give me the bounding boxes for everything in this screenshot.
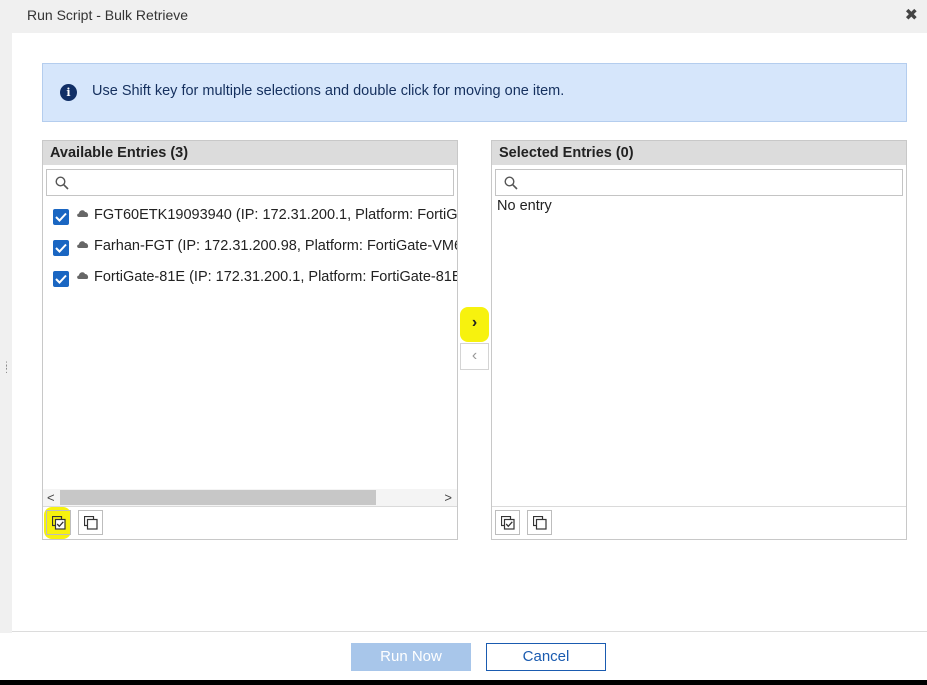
available-list: FGT60ETK19093940 (IP: 172.31.200.1, Plat… xyxy=(43,201,457,488)
selected-search xyxy=(495,169,903,196)
select-all-icon xyxy=(52,516,66,530)
cloud-icon xyxy=(77,210,89,217)
scroll-left-icon[interactable]: < xyxy=(47,490,55,505)
entry-label: FortiGate-81E (IP: 172.31.200.1, Platfor… xyxy=(94,269,457,285)
move-right-button[interactable]: › xyxy=(460,307,489,342)
horizontal-scrollbar[interactable]: < > xyxy=(43,489,457,506)
empty-state-text: No entry xyxy=(497,198,552,214)
entry-checkbox[interactable] xyxy=(53,240,69,256)
run-now-button[interactable]: Run Now xyxy=(351,643,471,671)
left-gutter: ⋮ ⋮ xyxy=(0,33,12,633)
list-item[interactable]: Farhan-FGT (IP: 172.31.200.98, Platform:… xyxy=(43,235,457,259)
copy-button[interactable] xyxy=(527,510,552,535)
copy-button[interactable] xyxy=(78,510,103,535)
search-icon xyxy=(504,176,518,190)
selected-entries-header: Selected Entries (0) xyxy=(492,141,906,165)
select-all-button[interactable] xyxy=(46,510,71,535)
copy-icon xyxy=(84,516,98,530)
search-icon xyxy=(55,176,69,190)
copy-icon xyxy=(533,516,547,530)
entry-label: FGT60ETK19093940 (IP: 172.31.200.1, Plat… xyxy=(94,207,457,223)
dialog-footer: Run Now Cancel xyxy=(12,631,927,680)
scroll-right-icon[interactable]: > xyxy=(444,490,452,505)
entry-label: Farhan-FGT (IP: 172.31.200.98, Platform:… xyxy=(94,238,457,254)
available-entries-panel: Available Entries (3) FGT60ETK19093940 (… xyxy=(42,140,458,540)
entry-checkbox[interactable] xyxy=(53,209,69,225)
move-left-button[interactable]: ‹ xyxy=(460,343,489,370)
available-entries-header: Available Entries (3) xyxy=(43,141,457,165)
entry-checkbox[interactable] xyxy=(53,271,69,287)
info-text: Use Shift key for multiple selections an… xyxy=(92,83,565,99)
cloud-icon xyxy=(77,241,89,248)
selected-entries-panel: Selected Entries (0) No entry xyxy=(491,140,907,540)
select-all-button[interactable] xyxy=(495,510,520,535)
selected-search-input[interactable] xyxy=(526,172,896,193)
info-icon: i xyxy=(60,84,77,101)
list-item[interactable]: FortiGate-81E (IP: 172.31.200.1, Platfor… xyxy=(43,266,457,290)
cloud-icon xyxy=(77,272,89,279)
list-item[interactable]: FGT60ETK19093940 (IP: 172.31.200.1, Plat… xyxy=(43,204,457,228)
available-search xyxy=(46,169,454,196)
dialog-titlebar: Run Script - Bulk Retrieve ✖ xyxy=(0,0,927,33)
available-search-input[interactable] xyxy=(77,172,447,193)
info-banner: i Use Shift key for multiple selections … xyxy=(42,63,907,122)
resize-grip-icon[interactable]: ⋮ ⋮ xyxy=(2,361,11,374)
close-icon[interactable]: ✖ xyxy=(905,6,918,26)
available-footer xyxy=(43,506,457,539)
select-all-icon xyxy=(501,516,515,530)
cancel-button[interactable]: Cancel xyxy=(486,643,606,671)
scrollbar-thumb[interactable] xyxy=(60,490,376,505)
selected-footer xyxy=(492,506,906,539)
dialog-title: Run Script - Bulk Retrieve xyxy=(27,7,189,23)
bottom-edge xyxy=(0,680,927,685)
